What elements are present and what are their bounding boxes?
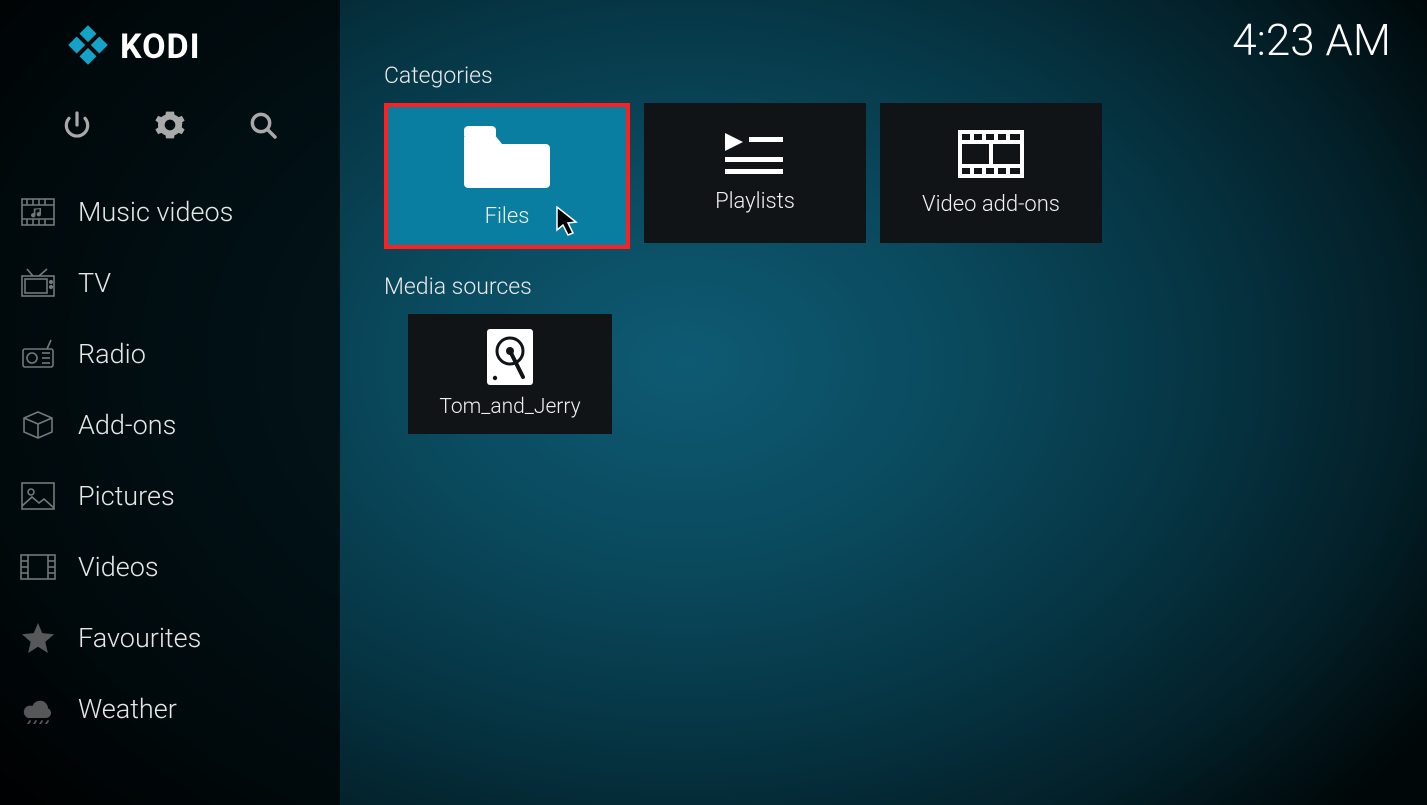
- sidebar-menu: Music videos TV Radio: [0, 158, 340, 744]
- sidebar-item-videos[interactable]: Videos: [0, 531, 340, 602]
- categories-row: Files Playlists: [384, 103, 1427, 249]
- app-name: KODI: [120, 27, 201, 67]
- kodi-logo-icon: [68, 25, 108, 69]
- sidebar-item-addons[interactable]: Add-ons: [0, 389, 340, 460]
- sidebar-item-label: Music videos: [78, 196, 233, 228]
- folder-icon: [464, 124, 550, 190]
- sidebar-item-radio[interactable]: Radio: [0, 318, 340, 389]
- main-content: Categories Files Playlists: [384, 62, 1427, 434]
- media-source-tile-tom-and-jerry[interactable]: Tom_and_Jerry: [408, 314, 612, 434]
- sidebar-item-music-videos[interactable]: Music videos: [0, 176, 340, 247]
- sidebar-toolbar: [0, 78, 340, 158]
- music-video-icon: [16, 196, 60, 228]
- sidebar-item-label: Radio: [78, 338, 146, 370]
- tile-label: Tom_and_Jerry: [439, 395, 580, 419]
- settings-gear-icon[interactable]: [154, 109, 186, 145]
- search-icon[interactable]: [247, 109, 279, 145]
- sidebar-item-label: Videos: [78, 551, 159, 583]
- sidebar-item-pictures[interactable]: Pictures: [0, 460, 340, 531]
- category-tile-video-addons[interactable]: Video add-ons: [880, 103, 1102, 243]
- picture-icon: [16, 480, 60, 512]
- logo: KODI: [0, 0, 340, 78]
- playlist-icon: [725, 133, 785, 175]
- clock: 4:23 AM: [1232, 14, 1391, 66]
- radio-icon: [16, 338, 60, 370]
- sidebar-item-label: TV: [78, 267, 111, 299]
- tile-label: Playlists: [715, 189, 795, 214]
- power-icon[interactable]: [61, 109, 93, 145]
- star-icon: [16, 622, 60, 654]
- box-icon: [16, 409, 60, 441]
- tv-icon: [16, 267, 60, 299]
- sidebar-item-weather[interactable]: Weather: [0, 673, 340, 744]
- film-icon: [958, 130, 1024, 178]
- sidebar-item-label: Favourites: [78, 622, 201, 654]
- weather-icon: [16, 693, 60, 725]
- media-sources-row: Tom_and_Jerry: [384, 314, 1427, 434]
- hard-drive-icon: [487, 329, 533, 385]
- category-tile-playlists[interactable]: Playlists: [644, 103, 866, 243]
- sidebar: KODI: [0, 0, 340, 805]
- media-sources-title: Media sources: [384, 273, 1427, 300]
- sidebar-item-label: Pictures: [78, 480, 175, 512]
- tile-label: Video add-ons: [922, 192, 1060, 217]
- sidebar-item-favourites[interactable]: Favourites: [0, 602, 340, 673]
- categories-title: Categories: [384, 62, 1427, 89]
- video-icon: [16, 551, 60, 583]
- category-tile-files[interactable]: Files: [384, 103, 630, 249]
- sidebar-item-tv[interactable]: TV: [0, 247, 340, 318]
- sidebar-item-label: Add-ons: [78, 409, 176, 441]
- tile-label: Files: [485, 204, 530, 229]
- sidebar-item-label: Weather: [78, 693, 177, 725]
